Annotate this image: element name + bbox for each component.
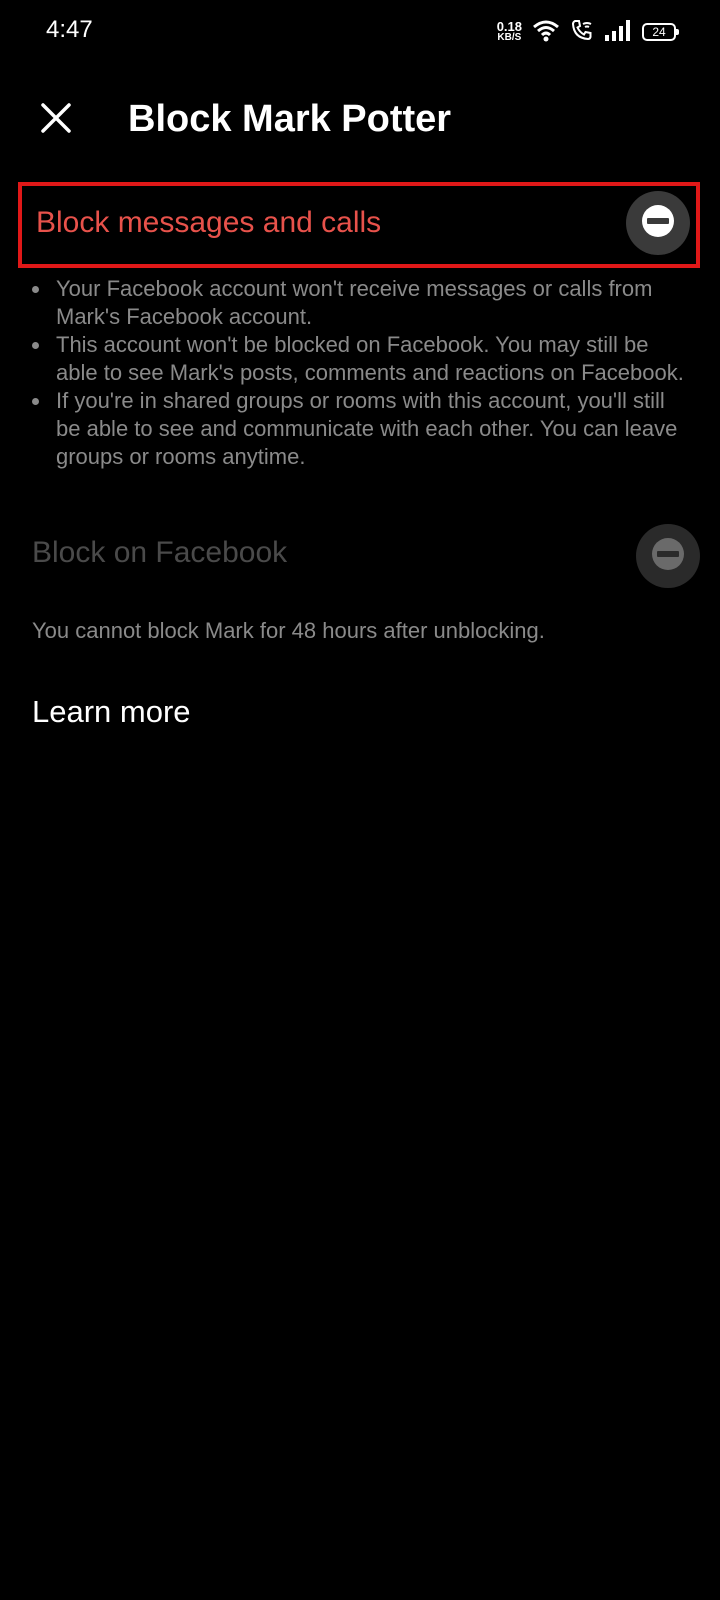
block-facebook-toggle xyxy=(636,524,700,588)
wifi-call-icon xyxy=(570,18,594,47)
block-messages-label: Block messages and calls xyxy=(36,206,382,239)
block-messages-details: Your Facebook account won't receive mess… xyxy=(32,275,692,471)
battery-level: 24 xyxy=(652,25,666,39)
detail-item: If you're in shared groups or rooms with… xyxy=(32,387,692,471)
block-messages-row[interactable]: Block messages and calls xyxy=(18,182,700,268)
status-time: 4:47 xyxy=(46,16,93,43)
close-icon xyxy=(41,102,71,138)
status-bar: 4:47 0.18 KB/S 24 xyxy=(0,0,720,64)
status-icons: 0.18 KB/S 24 xyxy=(496,16,679,48)
block-facebook-row: Block on Facebook xyxy=(18,516,700,602)
block-facebook-note: You cannot block Mark for 48 hours after… xyxy=(32,618,545,643)
header: Block Mark Potter xyxy=(0,80,720,160)
minus-circle-icon xyxy=(651,537,685,576)
wifi-icon xyxy=(532,18,560,47)
block-facebook-label: Block on Facebook xyxy=(32,536,288,569)
battery-icon: 24 xyxy=(642,23,679,41)
page-title: Block Mark Potter xyxy=(128,98,452,140)
detail-item: This account won't be blocked on Faceboo… xyxy=(32,331,692,387)
network-speed-unit: KB/S xyxy=(497,32,522,43)
detail-item: Your Facebook account won't receive mess… xyxy=(32,275,692,331)
block-messages-toggle[interactable] xyxy=(626,191,690,255)
learn-more-link[interactable]: Learn more xyxy=(32,694,191,730)
network-speed: 0.18 KB/S xyxy=(496,19,522,43)
close-button[interactable] xyxy=(24,96,88,144)
minus-circle-icon xyxy=(641,204,675,243)
signal-icon xyxy=(604,19,632,46)
network-speed-value: 0.18 xyxy=(496,19,522,34)
